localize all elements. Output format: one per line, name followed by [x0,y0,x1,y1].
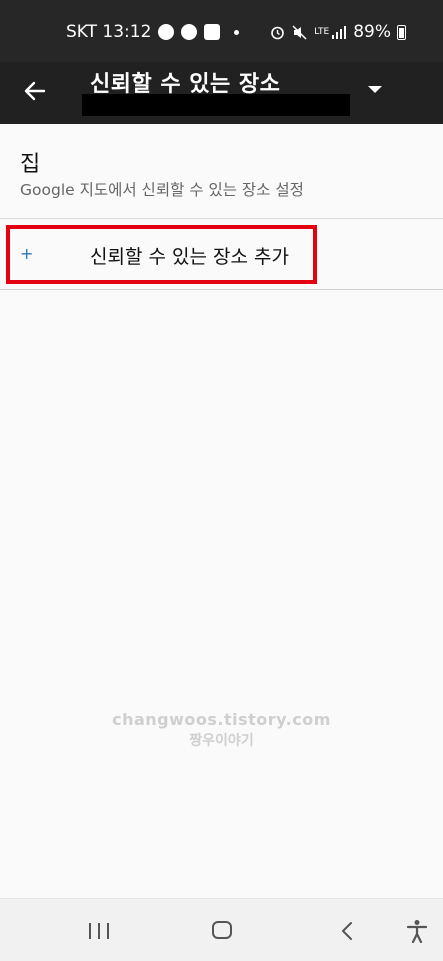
navigation-bar [0,898,443,961]
status-left: SKT 13:12 [66,22,240,42]
app-bar: 신뢰할 수 있는 장소 [0,62,443,124]
chat-notification-icon [158,24,175,40]
back-button[interactable] [22,78,48,104]
chevron-left-icon [341,922,352,940]
more-notifications-icon [234,29,240,35]
account-dropdown-icon[interactable] [368,86,382,93]
recents-button[interactable] [89,923,109,939]
accessibility-icon [406,920,428,944]
status-bar: SKT 13:12 LTE 89% [0,0,443,62]
mute-icon [292,24,307,40]
list-item-home[interactable]: 집 Google 지도에서 신뢰할 수 있는 장소 설정 [0,124,443,219]
home-subtitle: Google 지도에서 신뢰할 수 있는 장소 설정 [20,181,304,199]
accessibility-button[interactable] [406,919,428,944]
gallery-notification-icon [204,24,221,40]
redacted-account-bar [82,94,350,116]
arrow-left-icon [24,81,46,101]
add-trusted-place-row[interactable]: + 신뢰할 수 있는 장소 추가 [0,219,443,290]
lte-label: LTE [314,27,330,37]
home-button[interactable] [212,921,232,939]
battery-icon [397,24,406,40]
home-title: 집 [20,152,41,177]
watermark-name: 짱우이야기 [189,733,254,749]
nav-back-button[interactable] [340,921,354,941]
status-right: LTE 89% [270,22,413,42]
add-trusted-place-label: 신뢰할 수 있는 장소 추가 [90,246,289,268]
carrier-time: SKT 13:12 [66,22,152,42]
battery-percent: 89% [353,22,391,42]
watermark-url: changwoos.tistory.com [112,710,331,729]
talk-notification-icon [181,24,198,40]
signal-icon [331,25,347,40]
plus-icon: + [20,244,34,263]
alarm-icon [270,25,285,40]
